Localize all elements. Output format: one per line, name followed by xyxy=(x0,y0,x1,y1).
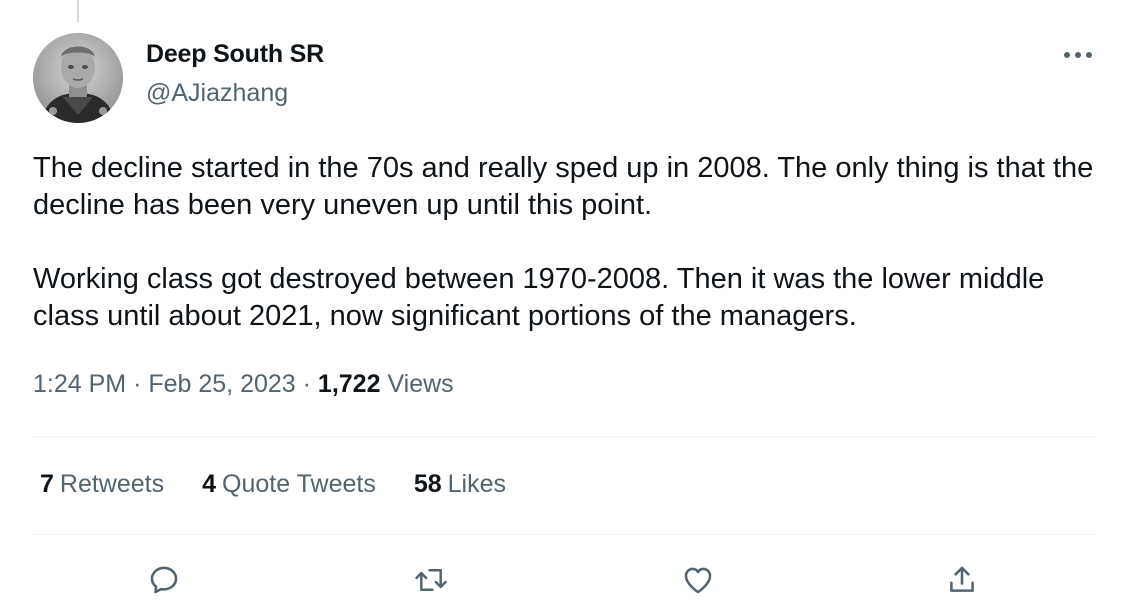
retweet-button[interactable] xyxy=(409,558,453,602)
retweets-label: Retweets xyxy=(59,470,165,498)
more-icon xyxy=(1064,52,1092,58)
tweet-meta: 1:24 PM · Feb 25, 2023 · 1,722 Views xyxy=(33,370,454,399)
meta-separator: · xyxy=(133,370,142,398)
views-count: 1,722 xyxy=(317,370,381,398)
tweet-text: The decline started in the 70s and reall… xyxy=(33,150,1108,335)
more-options-button[interactable] xyxy=(1056,40,1100,70)
tweet-time[interactable]: 1:24 PM xyxy=(33,370,126,398)
views-label: Views xyxy=(387,370,454,398)
divider xyxy=(33,436,1096,437)
reply-button[interactable] xyxy=(142,558,186,602)
retweet-icon xyxy=(415,569,447,591)
quote-tweets-label: Quote Tweets xyxy=(222,470,376,498)
engagement-stats: 7 Retweets 4 Quote Tweets 58 Likes xyxy=(40,470,544,499)
quote-tweets-stat-link[interactable]: 4 Quote Tweets xyxy=(202,470,376,499)
meta-separator: · xyxy=(302,370,311,398)
views-link[interactable]: 1,722 Views xyxy=(318,370,454,398)
retweets-stat-link[interactable]: 7 Retweets xyxy=(40,470,164,499)
tweet-paragraph: The decline started in the 70s and reall… xyxy=(33,152,1094,221)
likes-stat-link[interactable]: 58 Likes xyxy=(414,470,506,499)
divider xyxy=(33,534,1096,535)
quote-tweets-count: 4 xyxy=(202,470,217,498)
retweets-count: 7 xyxy=(40,470,54,498)
likes-count: 58 xyxy=(413,470,442,498)
like-icon xyxy=(684,567,712,594)
author-handle[interactable]: @AJiazhang xyxy=(146,79,288,108)
likes-label: Likes xyxy=(447,470,507,498)
tweet-date[interactable]: Feb 25, 2023 xyxy=(148,370,295,398)
like-button[interactable] xyxy=(676,558,720,602)
share-icon xyxy=(950,566,974,592)
share-button[interactable] xyxy=(940,558,984,602)
avatar-image xyxy=(33,33,123,123)
author-display-name[interactable]: Deep South SR xyxy=(146,40,324,69)
reply-icon xyxy=(150,566,178,594)
tweet-paragraph: Working class got destroyed between 1970… xyxy=(33,263,1045,332)
thread-connector-line xyxy=(77,0,79,22)
avatar[interactable] xyxy=(33,33,123,123)
